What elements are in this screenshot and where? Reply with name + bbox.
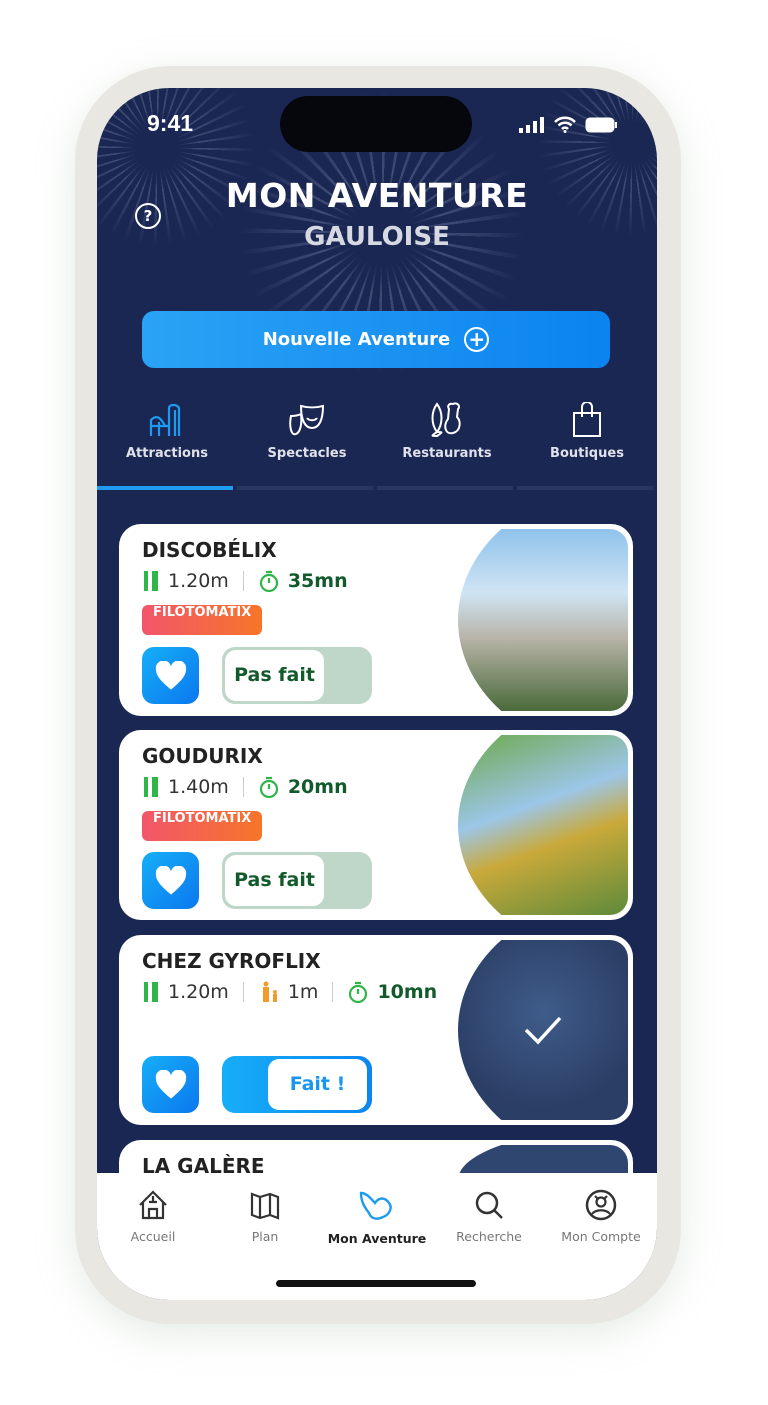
filotomatix-badge: FILOTOMATIX <box>142 605 263 635</box>
height-ruler-icon <box>144 571 158 591</box>
new-adventure-button[interactable]: Nouvelle Aventure + <box>142 311 610 368</box>
height-ruler-icon <box>144 777 158 797</box>
min-height: 1.20m <box>168 570 229 592</box>
fish-drumstick-icon <box>431 402 461 438</box>
attraction-card[interactable]: DISCOBÉLIX 1.20m 35mn FILOTOMATIX Pas fai… <box>119 524 633 716</box>
page-subtitle: GAULOISE <box>304 222 450 252</box>
nav-label: Plan <box>251 1229 279 1244</box>
theater-masks-icon <box>289 404 325 436</box>
attraction-name: GOUDURIX <box>142 744 263 768</box>
wait-time: 35mn <box>287 570 348 592</box>
map-icon <box>250 1192 280 1220</box>
nav-label: Accueil <box>130 1229 176 1244</box>
tab-indicator <box>237 486 373 490</box>
favorite-button[interactable] <box>142 1056 199 1113</box>
shopping-bag-icon <box>573 402 601 437</box>
attraction-photo-done-overlay <box>458 940 628 1120</box>
account-icon <box>585 1189 617 1221</box>
heart-icon <box>155 1069 186 1099</box>
min-height: 1.40m <box>168 776 229 798</box>
nav-plan[interactable]: Plan <box>209 1189 321 1244</box>
app-screen: 9:41 ? MON AVENTURE GAULOISE Nouvelle Av… <box>97 88 657 1300</box>
accompanied-child-icon <box>262 981 277 1002</box>
page-title: MON AVENTURE <box>225 176 529 215</box>
favorite-button[interactable] <box>142 647 199 704</box>
done-toggle[interactable]: Pas fait <box>222 647 372 704</box>
firework-decoration <box>537 88 657 238</box>
toggle-label: Pas fait <box>225 650 324 701</box>
plus-circle-icon: + <box>464 327 490 352</box>
tab-spectacles[interactable]: Spectacles <box>237 398 377 490</box>
nav-mon-compte[interactable]: Mon Compte <box>545 1189 657 1244</box>
heart-icon <box>155 865 186 895</box>
attraction-photo <box>458 529 628 711</box>
wait-time: 20mn <box>287 776 348 798</box>
attraction-name: CHEZ GYROFLIX <box>142 949 321 973</box>
new-adventure-label: Nouvelle Aventure <box>262 329 451 350</box>
nav-mon-aventure[interactable]: Mon Aventure <box>321 1189 433 1246</box>
signal-icon <box>519 116 544 133</box>
favorite-button[interactable] <box>142 852 199 909</box>
toggle-label: Fait ! <box>268 1059 367 1110</box>
battery-icon <box>585 117 617 132</box>
checkmark-icon <box>524 1016 562 1045</box>
wifi-icon <box>554 116 576 133</box>
min-height: 1.20m <box>168 981 229 1003</box>
nav-label: Mon Compte <box>561 1229 641 1244</box>
wait-time: 10mn <box>377 981 438 1003</box>
attraction-photo <box>458 735 628 915</box>
filotomatix-badge: FILOTOMATIX <box>142 811 263 841</box>
status-time: 9:41 <box>147 110 194 136</box>
tab-attractions[interactable]: Attractions <box>97 398 237 490</box>
stopwatch-icon <box>349 981 368 1003</box>
search-icon <box>475 1191 503 1219</box>
nav-label: Recherche <box>456 1229 522 1244</box>
nav-recherche[interactable]: Recherche <box>433 1189 545 1244</box>
nav-label: Mon Aventure <box>327 1231 427 1246</box>
tab-indicator <box>517 486 653 490</box>
done-toggle[interactable]: Fait ! <box>222 1056 372 1113</box>
attraction-name: DISCOBÉLIX <box>142 538 277 562</box>
attraction-card[interactable]: CHEZ GYROFLIX 1.20m 1m 10mn Fait ! <box>119 935 633 1125</box>
tab-indicator <box>377 486 513 490</box>
tab-indicator <box>97 486 233 490</box>
accompanied-height: 1m <box>287 981 319 1003</box>
status-icons <box>519 116 617 133</box>
heart-icon <box>155 660 186 690</box>
roller-coaster-icon <box>149 403 181 436</box>
tab-label: Boutiques <box>550 446 624 461</box>
category-tabs: Attractions Spectacles Restaurants Bouti… <box>97 398 657 490</box>
done-toggle[interactable]: Pas fait <box>222 852 372 909</box>
nav-accueil[interactable]: Accueil <box>97 1189 209 1244</box>
toggle-label: Pas fait <box>225 855 324 906</box>
tab-boutiques[interactable]: Boutiques <box>517 398 657 490</box>
attraction-card[interactable]: GOUDURIX 1.40m 20mn FILOTOMATIX Pas fait <box>119 730 633 920</box>
stopwatch-icon <box>259 776 278 798</box>
adventure-icon <box>359 1191 392 1220</box>
tab-label: Attractions <box>126 446 208 461</box>
height-ruler-icon <box>144 982 158 1002</box>
home-indicator[interactable] <box>276 1280 476 1287</box>
stopwatch-icon <box>259 570 278 592</box>
tab-restaurants[interactable]: Restaurants <box>377 398 517 490</box>
house-icon <box>139 1190 167 1220</box>
dynamic-island <box>280 96 472 152</box>
tab-label: Spectacles <box>267 446 347 461</box>
tab-label: Restaurants <box>402 446 492 461</box>
